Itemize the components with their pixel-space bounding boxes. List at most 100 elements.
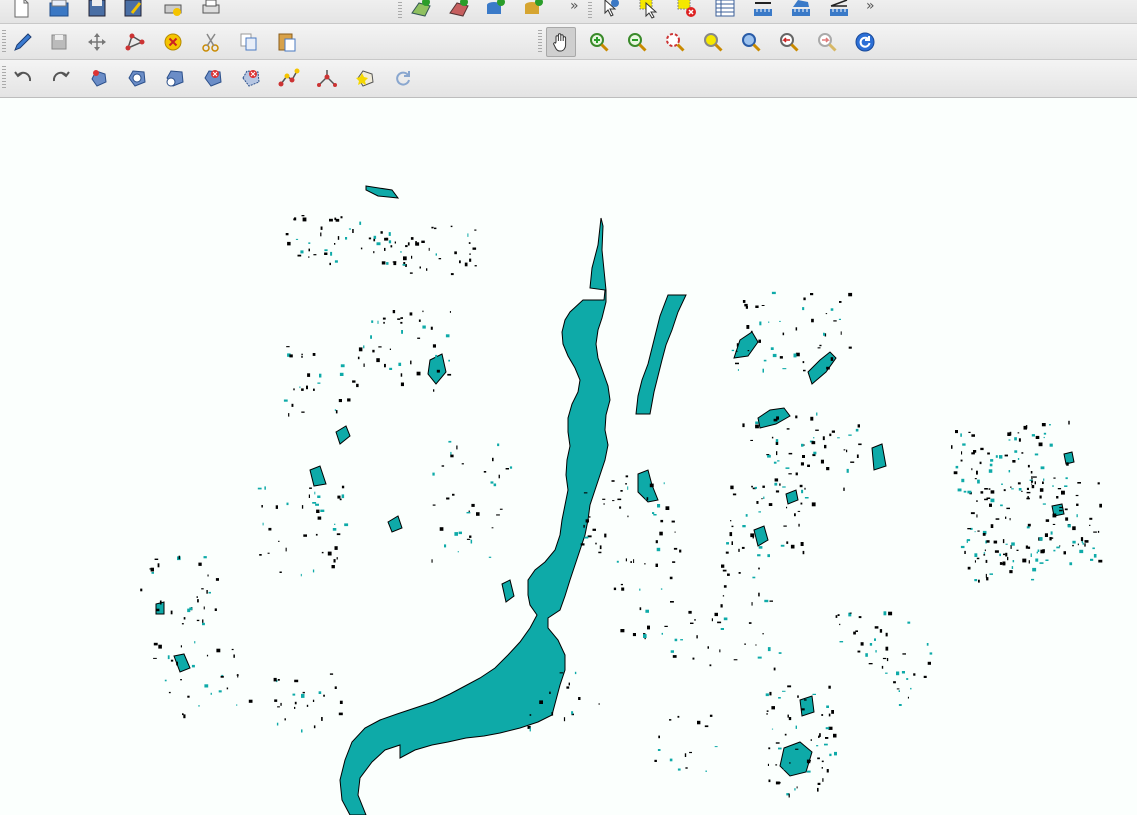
zoom-to-layer-button[interactable] xyxy=(736,27,766,57)
deselect-features-button[interactable] xyxy=(672,0,702,23)
move-feature-button[interactable] xyxy=(82,27,112,57)
select-features-button[interactable] xyxy=(634,0,664,23)
print-button[interactable] xyxy=(196,0,226,23)
water-speck xyxy=(1021,452,1024,454)
water-speck xyxy=(203,556,207,559)
water-speck xyxy=(803,297,806,301)
water-speck xyxy=(1039,537,1043,541)
add-vector-layer-button[interactable] xyxy=(406,0,436,23)
save-as-button[interactable] xyxy=(118,0,148,23)
toolbar-grip[interactable] xyxy=(398,0,402,20)
water-speck xyxy=(301,693,305,698)
water-speck xyxy=(782,486,786,488)
water-speck xyxy=(1099,503,1102,508)
toolbar-overflow-chevron[interactable]: » xyxy=(570,0,579,14)
identify-features-button[interactable] xyxy=(596,0,626,23)
split-features-button[interactable] xyxy=(312,63,342,93)
water-speck xyxy=(595,542,597,545)
water-speck xyxy=(797,695,799,698)
add-part-button[interactable] xyxy=(160,63,190,93)
node-tool-button[interactable] xyxy=(120,27,150,57)
water-speck xyxy=(1042,481,1044,484)
zoom-out-button[interactable] xyxy=(622,27,652,57)
water-speck xyxy=(645,609,649,613)
water-speck xyxy=(611,480,615,482)
cut-features-button[interactable] xyxy=(196,27,226,57)
zoom-in-button[interactable] xyxy=(584,27,614,57)
water-speck xyxy=(896,688,900,690)
pan-map-button[interactable] xyxy=(546,27,576,57)
save-icon xyxy=(88,0,106,17)
water-speck xyxy=(373,238,376,242)
water-speck xyxy=(670,650,674,653)
map-canvas[interactable] xyxy=(0,98,1137,815)
print-composer-button[interactable] xyxy=(158,0,188,23)
refresh-button[interactable] xyxy=(850,27,880,57)
water-speck xyxy=(458,531,462,535)
water-speck xyxy=(431,559,433,563)
water-speck xyxy=(656,547,661,552)
save-edits-button[interactable] xyxy=(44,27,74,57)
open-project-button[interactable] xyxy=(44,0,74,23)
zoom-last-button[interactable] xyxy=(774,27,804,57)
measure-line-button[interactable] xyxy=(748,0,778,23)
toolbar-grip[interactable] xyxy=(538,30,542,54)
water-speck xyxy=(334,243,336,245)
toggle-editing-button[interactable] xyxy=(8,27,38,57)
water-speck xyxy=(1042,503,1046,505)
water-speck xyxy=(315,533,318,536)
copy-features-button[interactable] xyxy=(234,27,264,57)
simplify-feature-button[interactable] xyxy=(84,63,114,93)
add-postgis-layer-button[interactable] xyxy=(480,0,510,23)
water-speck xyxy=(432,344,436,348)
add-ring-button[interactable] xyxy=(122,63,152,93)
toolbar-grip[interactable] xyxy=(2,66,6,90)
toolbar-grip[interactable] xyxy=(588,0,592,20)
save-project-button[interactable] xyxy=(82,0,112,23)
water-speck xyxy=(198,705,200,707)
water-speck xyxy=(580,543,585,546)
zoom-to-selection-button[interactable] xyxy=(698,27,728,57)
zoom-full-button[interactable] xyxy=(660,27,690,57)
water-speck xyxy=(647,625,650,630)
undo-button[interactable] xyxy=(8,63,38,93)
delete-selected-button[interactable] xyxy=(158,27,188,57)
paste-features-button[interactable] xyxy=(272,27,302,57)
reshape-features-button[interactable] xyxy=(274,63,304,93)
water-speck xyxy=(737,369,739,371)
water-speck xyxy=(345,237,348,240)
measure-area-button[interactable] xyxy=(786,0,816,23)
water-speck xyxy=(786,541,789,544)
add-spatialite-layer-button[interactable] xyxy=(518,0,548,23)
water-speck xyxy=(755,424,759,429)
water-speck xyxy=(496,514,500,516)
water-speck xyxy=(356,383,359,388)
add-raster-layer-button[interactable] xyxy=(444,0,474,23)
new-project-button[interactable] xyxy=(6,0,36,23)
measure-angle-button[interactable] xyxy=(824,0,854,23)
water-speck xyxy=(490,481,494,484)
redo-button[interactable] xyxy=(46,63,76,93)
water-speck xyxy=(202,622,205,626)
water-speck xyxy=(780,544,785,547)
zoom-next-button[interactable] xyxy=(812,27,842,57)
water-speck xyxy=(509,466,513,469)
water-speck xyxy=(831,430,835,433)
rotate-point-symbols-button[interactable] xyxy=(388,63,418,93)
open-attribute-table-button[interactable] xyxy=(710,0,740,23)
water-speck xyxy=(906,678,909,680)
delete-ring-button[interactable] xyxy=(198,63,228,93)
delete-part-button[interactable] xyxy=(236,63,266,93)
merge-features-button[interactable] xyxy=(350,63,380,93)
toolbar-grip[interactable] xyxy=(2,30,6,54)
water-speck xyxy=(604,533,607,538)
toolbar-overflow-chevron[interactable]: » xyxy=(866,0,875,14)
water-speck xyxy=(1041,423,1046,427)
water-speck xyxy=(735,350,738,352)
water-speck xyxy=(277,706,280,708)
water-speck xyxy=(1025,425,1028,429)
water-speck xyxy=(757,554,761,557)
water-speck xyxy=(592,528,596,531)
water-speck xyxy=(755,644,757,646)
node-tool-icon xyxy=(125,33,145,51)
